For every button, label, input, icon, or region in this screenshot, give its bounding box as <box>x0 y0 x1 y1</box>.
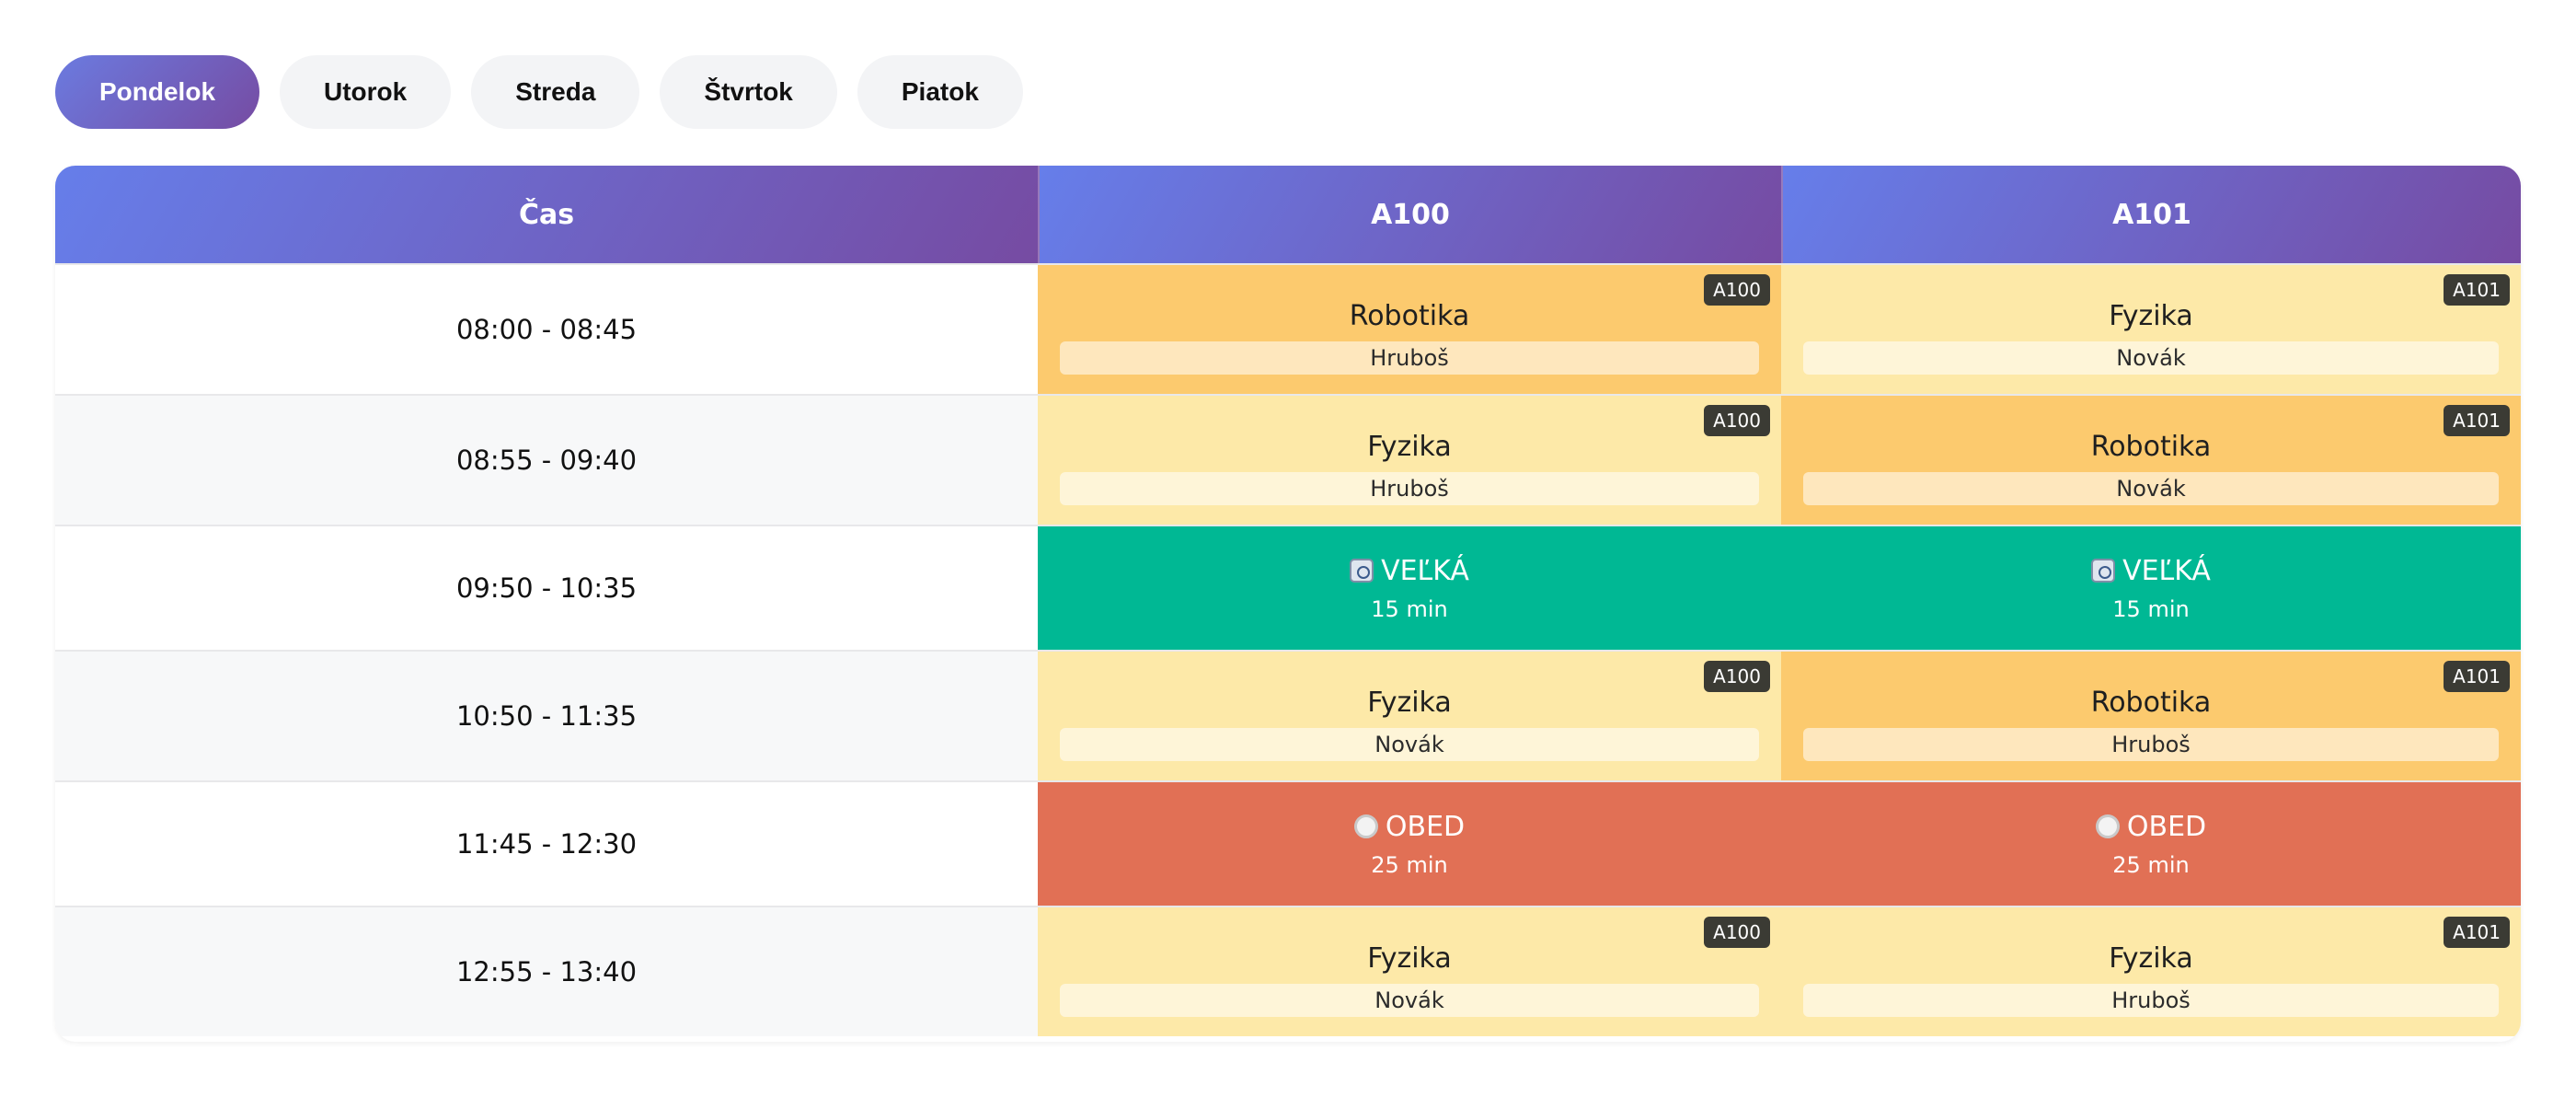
teacher-label: Novák <box>1060 983 1759 1017</box>
break-title: OBED <box>1353 810 1466 843</box>
day-tabs: Pondelok Utorok Streda Štvrtok Piatok <box>55 55 1023 129</box>
teacher-label: Hruboš <box>1060 471 1759 505</box>
tab-piatok[interactable]: Piatok <box>857 55 1023 129</box>
break-duration: 25 min <box>2112 851 2190 878</box>
lunch-cell: OBED 25 min <box>1781 782 2521 906</box>
header-room-a100: A100 <box>1038 166 1781 263</box>
table-row: 12:55 - 13:40 A100 Fyzika Novák A101 Fyz… <box>55 906 2521 1036</box>
break-title: VEĽKÁ <box>1350 555 1469 587</box>
break-label: VEĽKÁ <box>1381 554 1469 587</box>
break-label: VEĽKÁ <box>2122 554 2211 587</box>
table-row: 10:50 - 11:35 A100 Fyzika Novák A101 Rob… <box>55 650 2521 780</box>
lesson-cell[interactable]: A100 Robotika Hruboš <box>1038 265 1781 394</box>
break-cell: VEĽKÁ 15 min <box>1038 526 1781 650</box>
break-duration: 15 min <box>2112 595 2190 622</box>
room-badge: A101 <box>2444 917 2510 948</box>
time-slot: 11:45 - 12:30 <box>55 782 1038 906</box>
lesson-cell[interactable]: A100 Fyzika Novák <box>1038 652 1781 780</box>
table-row: 08:55 - 09:40 A100 Fyzika Hruboš A101 Ro… <box>55 394 2521 525</box>
lesson-cell[interactable]: A100 Fyzika Hruboš <box>1038 396 1781 525</box>
table-row: 11:45 - 12:30 OBED 25 min OBED 25 min <box>55 780 2521 906</box>
time-slot: 09:50 - 10:35 <box>55 526 1038 650</box>
lesson-cell[interactable]: A101 Fyzika Hruboš <box>1781 907 2521 1036</box>
time-slot: 10:50 - 11:35 <box>55 652 1038 780</box>
tab-pondelok[interactable]: Pondelok <box>55 55 260 129</box>
clock-icon <box>1350 559 1374 583</box>
table-row: 08:00 - 08:45 A100 Robotika Hruboš A101 … <box>55 263 2521 394</box>
teacher-label: Hruboš <box>1803 983 2499 1017</box>
subject-label: Robotika <box>2090 686 2212 719</box>
subject-label: Robotika <box>1349 299 1470 332</box>
lesson-cell[interactable]: A101 Robotika Hruboš <box>1781 652 2521 780</box>
plate-icon <box>1353 814 1378 838</box>
plate-icon <box>2095 814 2120 838</box>
table-row: 09:50 - 10:35 VEĽKÁ 15 min VEĽKÁ 15 min <box>55 525 2521 650</box>
clock-icon <box>2091 559 2116 583</box>
room-badge: A101 <box>2444 274 2510 306</box>
break-label: OBED <box>2126 810 2207 843</box>
room-badge: A101 <box>2444 405 2510 436</box>
time-slot: 08:55 - 09:40 <box>55 396 1038 525</box>
time-slot: 12:55 - 13:40 <box>55 907 1038 1036</box>
subject-label: Robotika <box>2090 430 2212 463</box>
teacher-label: Novák <box>1803 471 2499 505</box>
lesson-cell[interactable]: A101 Fyzika Novák <box>1781 265 2521 394</box>
lunch-cell: OBED 25 min <box>1038 782 1781 906</box>
subject-label: Fyzika <box>1367 430 1452 463</box>
break-duration: 15 min <box>1371 595 1448 622</box>
teacher-label: Novák <box>1803 341 2499 375</box>
break-title: OBED <box>2095 810 2207 843</box>
room-badge: A100 <box>1704 405 1770 436</box>
break-cell: VEĽKÁ 15 min <box>1781 526 2521 650</box>
room-badge: A100 <box>1704 661 1770 692</box>
break-title: VEĽKÁ <box>2091 555 2211 587</box>
break-duration: 25 min <box>1371 851 1448 878</box>
tab-utorok[interactable]: Utorok <box>280 55 452 129</box>
subject-label: Fyzika <box>1367 941 1452 975</box>
break-label: OBED <box>1385 810 1466 843</box>
room-badge: A100 <box>1704 917 1770 948</box>
header-room-a101: A101 <box>1781 166 2521 263</box>
lesson-cell[interactable]: A101 Robotika Novák <box>1781 396 2521 525</box>
table-header: Čas A100 A101 <box>55 166 2521 263</box>
teacher-label: Hruboš <box>1060 341 1759 375</box>
time-slot: 08:00 - 08:45 <box>55 265 1038 394</box>
subject-label: Fyzika <box>2109 299 2193 332</box>
room-badge: A100 <box>1704 274 1770 306</box>
room-badge: A101 <box>2444 661 2510 692</box>
schedule-table: Čas A100 A101 08:00 - 08:45 A100 Robotik… <box>55 166 2521 1042</box>
tab-stvrtok[interactable]: Štvrtok <box>660 55 837 129</box>
header-time: Čas <box>55 166 1038 263</box>
subject-label: Fyzika <box>2109 941 2193 975</box>
tab-streda[interactable]: Streda <box>471 55 640 129</box>
teacher-label: Hruboš <box>1803 727 2499 761</box>
teacher-label: Novák <box>1060 727 1759 761</box>
lesson-cell[interactable]: A100 Fyzika Novák <box>1038 907 1781 1036</box>
subject-label: Fyzika <box>1367 686 1452 719</box>
